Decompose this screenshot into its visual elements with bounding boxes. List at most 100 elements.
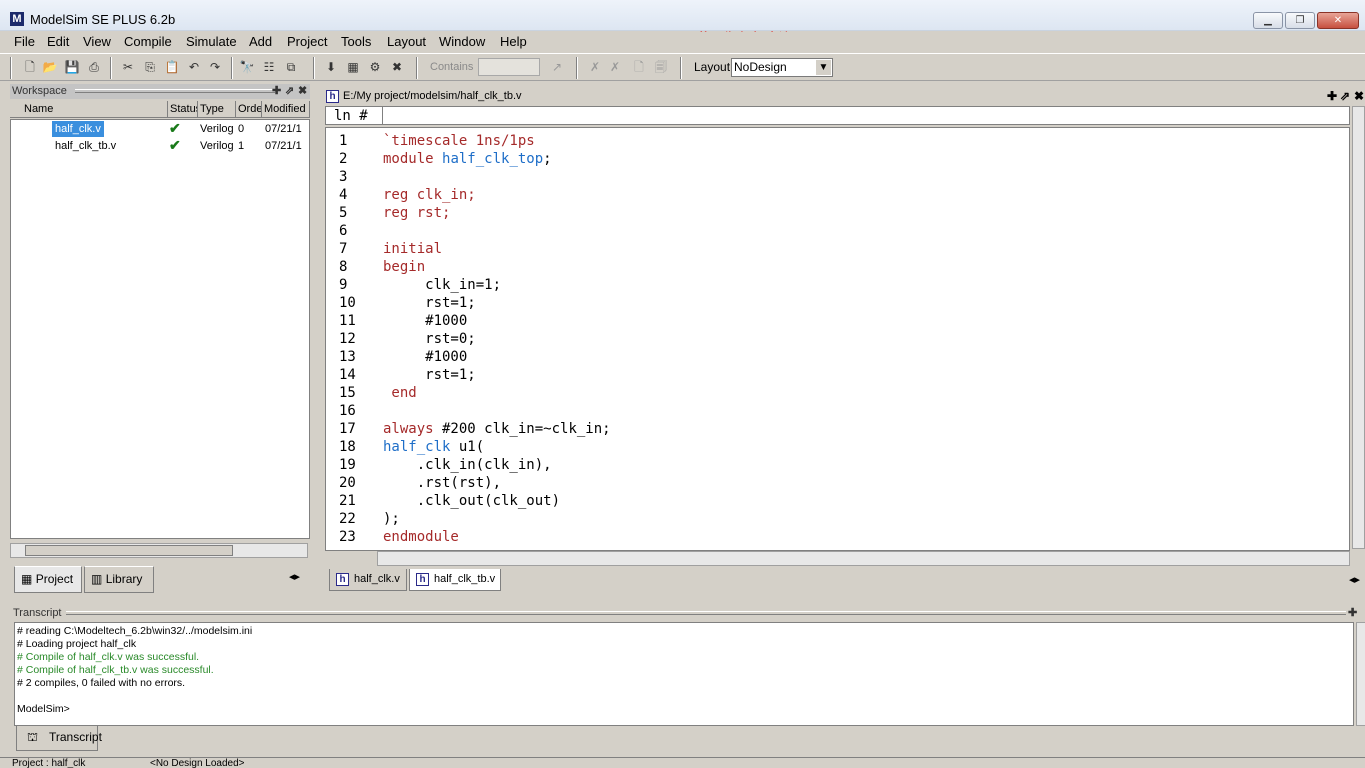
menu-window[interactable]: Window	[439, 34, 485, 49]
menu-project[interactable]: Project	[287, 34, 327, 49]
layout-select[interactable]: NoDesign ▼	[731, 58, 833, 77]
code-text: reg clk_in;	[383, 187, 476, 203]
menu-edit[interactable]: Edit	[47, 34, 69, 49]
toolbar-separator	[416, 57, 418, 79]
line-number: 14	[339, 367, 356, 383]
panel-grip[interactable]	[66, 611, 1346, 615]
tab-half-clk-tb[interactable]: h half_clk_tb.v	[409, 569, 501, 591]
undo-icon[interactable]: ↶	[185, 58, 203, 76]
plus-icon[interactable]: ✚	[1348, 606, 1357, 621]
tab-project[interactable]: ▦ Project	[14, 566, 82, 593]
compile-all-icon[interactable]: ▦	[344, 58, 362, 76]
column-type[interactable]: Type	[198, 101, 236, 118]
tab-label: half_clk_tb.v	[434, 573, 496, 585]
doc-copy-icon[interactable]: 🗐	[652, 58, 670, 76]
close-icon[interactable]: ✖	[1354, 87, 1364, 105]
plus-icon[interactable]: ✚	[272, 84, 281, 99]
close-icon[interactable]: ✖	[298, 84, 307, 99]
editor-tabs: h half_clk.v h half_clk_tb.v ◂▸	[325, 569, 1365, 593]
menu-view[interactable]: View	[83, 34, 111, 49]
line-number: 19	[339, 457, 356, 473]
scroll-thumb[interactable]	[25, 545, 233, 556]
save-icon[interactable]: 💾	[63, 58, 81, 76]
source-editor-panel: h E:/My project/modelsim/half_clk_tb.v ✚…	[321, 87, 1365, 597]
contains-input[interactable]	[478, 58, 540, 76]
transcript-prompt[interactable]: ModelSim>	[17, 703, 70, 716]
close-button[interactable]: ✕	[1317, 12, 1359, 29]
plus-icon[interactable]: ✚	[1327, 87, 1337, 105]
verilog-source-icon: h	[416, 573, 429, 586]
toolbar-separator	[110, 57, 112, 79]
toolbar-separator	[680, 57, 682, 79]
chevron-down-icon[interactable]: ▼	[816, 60, 831, 75]
transcript-vscrollbar[interactable]	[1356, 622, 1365, 726]
delete-x-icon[interactable]: ✗	[586, 58, 604, 76]
copy-icon[interactable]: ⎘	[141, 58, 159, 76]
menu-compile[interactable]: Compile	[124, 34, 172, 49]
menu-bar: File Edit View Compile Simulate Add Proj…	[0, 32, 1365, 52]
break-icon[interactable]: ✖	[388, 58, 406, 76]
column-status[interactable]: Status	[168, 101, 198, 118]
column-name[interactable]: Name	[10, 101, 168, 118]
expand-icon[interactable]: ⧉	[282, 58, 300, 76]
menu-file[interactable]: File	[14, 34, 35, 49]
code-text: always #200 clk_in=~clk_in;	[383, 421, 611, 437]
workspace-header: Workspace ✚ ⇗ ✖	[10, 84, 310, 99]
code-area[interactable]: 1 `timescale 1ns/1ps 2 module half_clk_top;…	[325, 127, 1350, 551]
open-folder-icon[interactable]: 📂	[41, 58, 59, 76]
menu-layout[interactable]: Layout	[387, 34, 426, 49]
file-row[interactable]: VL half_clk.v ✔ Verilog 0 07/21/1	[11, 120, 309, 137]
code-text: #1000	[383, 313, 468, 329]
search-go-icon[interactable]: ↗	[548, 58, 566, 76]
menu-tools[interactable]: Tools	[341, 34, 371, 49]
new-file-icon[interactable]: 🗋	[21, 58, 39, 76]
line-number: 20	[339, 475, 356, 491]
check-icon: ✔	[169, 120, 181, 136]
tab-scroll-icon[interactable]: ◂▸	[1349, 573, 1360, 586]
tab-scroll-icon[interactable]: ◂▸	[289, 570, 300, 583]
line-number: 7	[339, 241, 348, 257]
cut-icon[interactable]: ✂	[119, 58, 137, 76]
menu-simulate[interactable]: Simulate	[186, 34, 237, 49]
line-number: 12	[339, 331, 356, 347]
collapse-icon[interactable]: ☷	[260, 58, 278, 76]
doc-icon[interactable]: 🗋	[630, 58, 648, 76]
transcript-output[interactable]: # reading C:\Modeltech_6.2b\win32/../mod…	[14, 622, 1354, 726]
line-number: 17	[339, 421, 356, 437]
editor-vscrollbar[interactable]	[1352, 106, 1365, 549]
panel-grip[interactable]	[75, 89, 275, 93]
line-number: 11	[339, 313, 356, 329]
column-order[interactable]: Order	[236, 101, 262, 118]
transcript-line: # Loading project half_clk	[17, 638, 137, 650]
code-text: clk_in=1;	[383, 277, 502, 293]
clear-x-icon[interactable]: ✗	[606, 58, 624, 76]
layout-label: Layout	[694, 60, 731, 74]
editor-hscrollbar[interactable]	[377, 551, 1350, 566]
paste-icon[interactable]: 📋	[163, 58, 181, 76]
restore-button[interactable]: ❐	[1285, 12, 1315, 29]
project-icon: ▦	[21, 572, 33, 586]
find-icon[interactable]: 🔭	[238, 58, 256, 76]
column-modified[interactable]: Modified	[262, 101, 310, 118]
undock-icon[interactable]: ⇗	[285, 84, 294, 99]
print-icon[interactable]: ⎙	[85, 58, 103, 76]
tab-label: half_clk.v	[354, 573, 400, 585]
undock-icon[interactable]: ⇗	[1340, 87, 1350, 105]
tab-transcript[interactable]: ⛫ Transcript	[16, 726, 102, 751]
menu-help[interactable]: Help	[500, 34, 527, 49]
transcript-icon: ⛫	[27, 730, 39, 744]
status-project: Project : half_clk	[12, 758, 86, 768]
menu-add[interactable]: Add	[249, 34, 272, 49]
file-order: 0	[238, 123, 245, 135]
code-text: rst=1;	[383, 295, 476, 311]
file-modified: 07/21/1	[265, 123, 302, 135]
workspace-hscrollbar[interactable]	[10, 543, 308, 558]
minimize-button[interactable]: ▁	[1253, 12, 1283, 29]
tab-library[interactable]: ▥ Library	[84, 566, 154, 593]
compile-icon[interactable]: ⬇	[322, 58, 340, 76]
simulate-icon[interactable]: ⚙	[366, 58, 384, 76]
redo-icon[interactable]: ↷	[206, 58, 224, 76]
file-row[interactable]: VL half_clk_tb.v ✔ Verilog 1 07/21/1	[11, 137, 309, 154]
tab-half-clk[interactable]: h half_clk.v	[329, 569, 407, 591]
library-icon: ▥	[91, 572, 103, 586]
